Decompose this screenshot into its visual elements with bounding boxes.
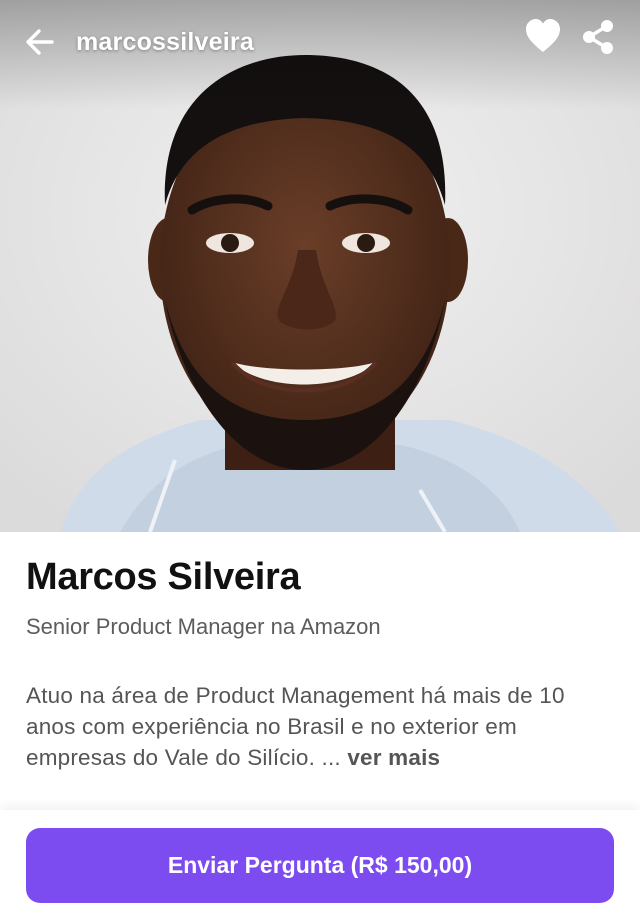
- favorite-button[interactable]: [524, 18, 562, 54]
- share-icon: [583, 20, 613, 54]
- profile-bio: Atuo na área de Product Management há ma…: [26, 680, 616, 773]
- profile-name: Marcos Silveira: [26, 556, 301, 598]
- back-button[interactable]: [22, 24, 58, 60]
- share-button[interactable]: [580, 18, 616, 56]
- bio-text: Atuo na área de Product Management há ma…: [26, 683, 565, 770]
- arrow-left-icon: [26, 29, 54, 55]
- profile-role: Senior Product Manager na Amazon: [26, 614, 381, 639]
- send-question-button[interactable]: Enviar Pergunta (R$ 150,00): [26, 828, 614, 903]
- top-bar: marcossilveira: [0, 0, 640, 90]
- profile-username: marcossilveira: [76, 28, 254, 56]
- see-more-link[interactable]: ver mais: [347, 745, 440, 770]
- heart-icon: [526, 19, 560, 52]
